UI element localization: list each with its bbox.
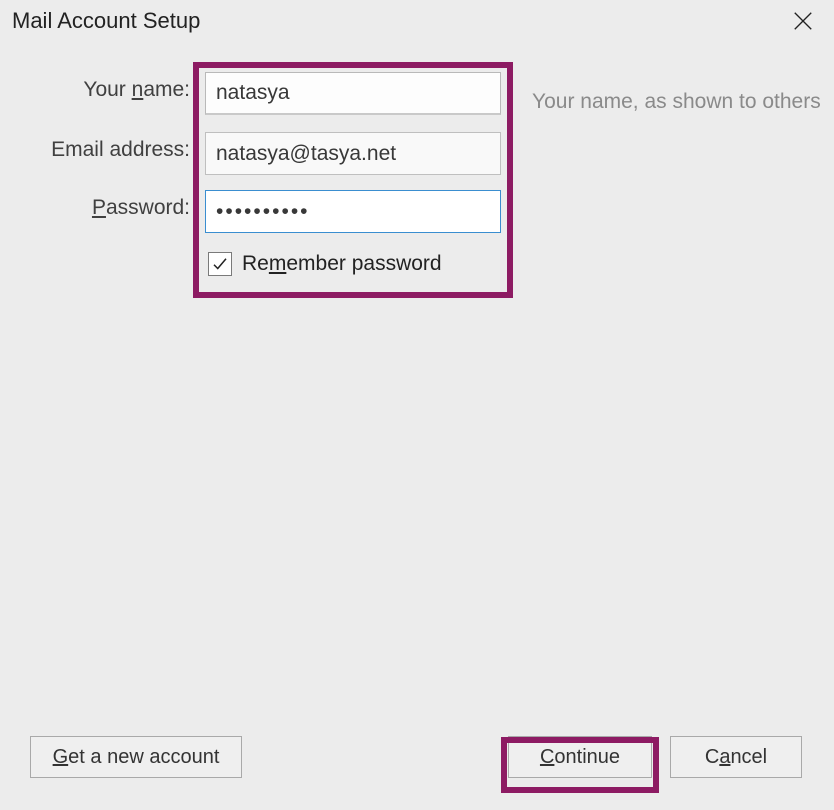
close-button[interactable] xyxy=(786,4,820,38)
cancel-button[interactable]: Cancel xyxy=(670,736,802,778)
checkmark-icon xyxy=(211,255,229,273)
button-row: Get a new account Continue Cancel xyxy=(0,736,834,786)
continue-button[interactable]: Continue xyxy=(508,736,652,778)
checkbox-box xyxy=(208,252,232,276)
get-new-account-button[interactable]: Get a new account xyxy=(30,736,242,778)
close-icon xyxy=(792,10,814,32)
window-title: Mail Account Setup xyxy=(12,8,200,34)
email-input[interactable] xyxy=(205,132,501,175)
name-hint: Your name, as shown to others xyxy=(532,90,821,114)
label-your-name: Your name: xyxy=(0,78,190,102)
label-email: Email address: xyxy=(0,138,190,162)
remember-password-label: Remember password xyxy=(242,252,442,276)
remember-password-checkbox[interactable]: Remember password xyxy=(208,252,442,276)
password-input[interactable] xyxy=(205,190,501,233)
mail-account-setup-window: Mail Account Setup Your name: Your name,… xyxy=(0,0,834,810)
label-password: Password: xyxy=(0,196,190,220)
name-input[interactable] xyxy=(205,72,501,115)
